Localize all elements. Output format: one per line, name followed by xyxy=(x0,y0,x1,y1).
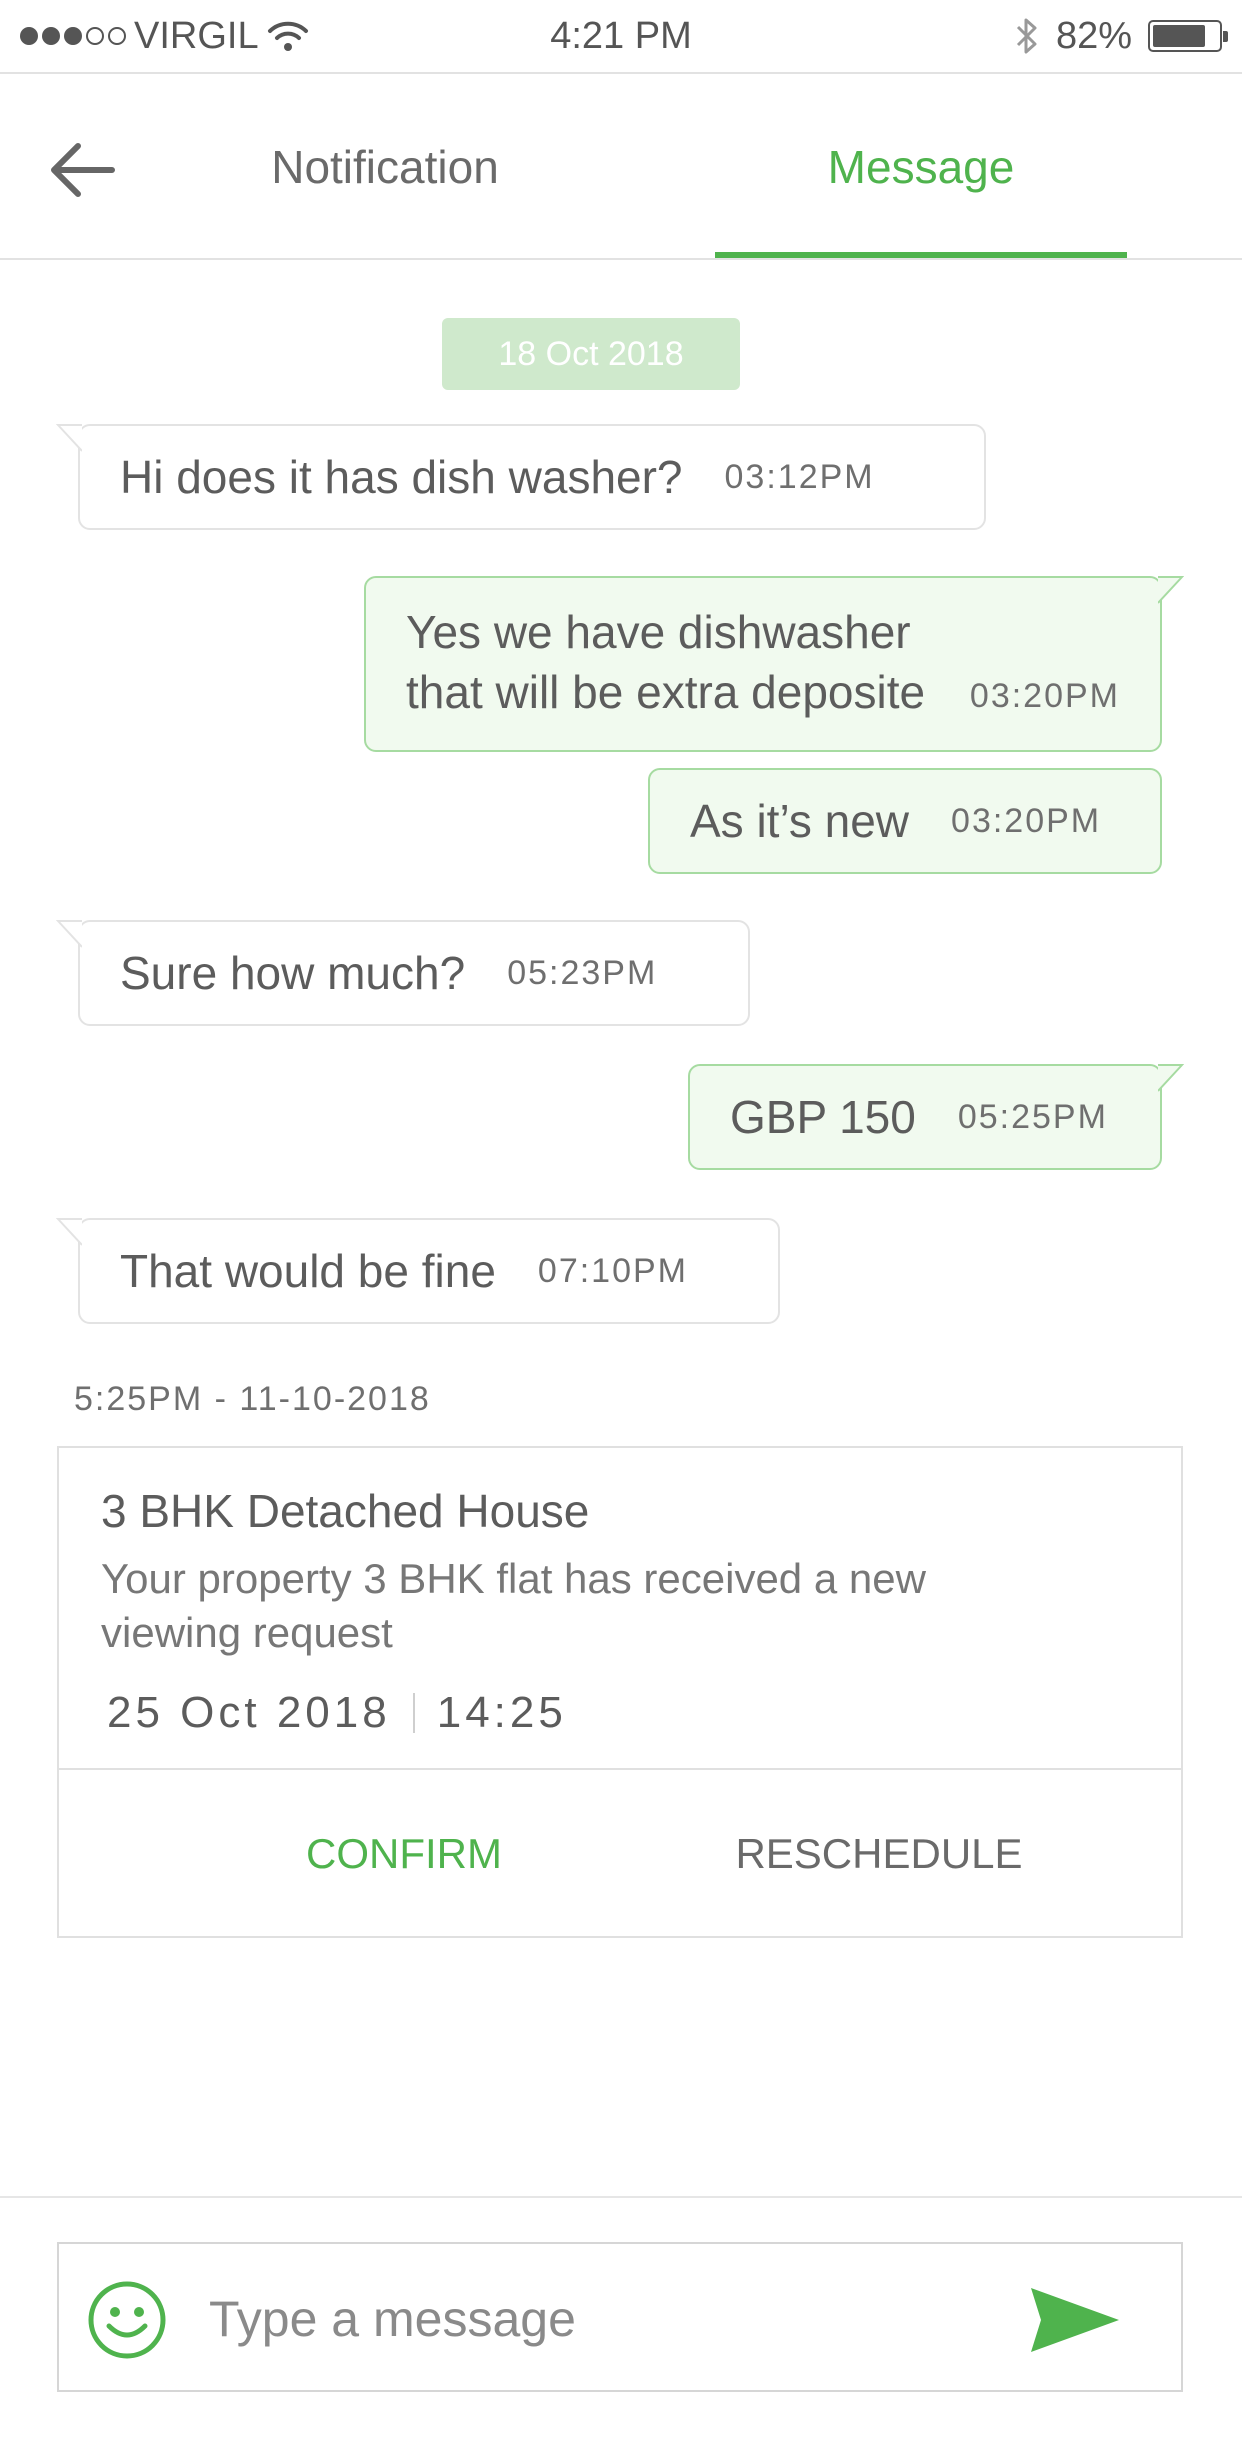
tab-message[interactable]: Message xyxy=(715,74,1127,260)
message-text: Yes we have dishwasher that will be extr… xyxy=(406,606,926,718)
back-arrow-icon xyxy=(51,143,115,197)
message-time: 03:20PM xyxy=(951,801,1102,840)
viewing-request-card: 3 BHK Detached House Your property 3 BHK… xyxy=(57,1446,1183,1938)
message-text: That would be fine xyxy=(120,1245,496,1297)
composer-divider xyxy=(0,2196,1242,2198)
card-description: Your property 3 BHK flat has received a … xyxy=(101,1555,926,1656)
message-bubble-outgoing: GBP 150 05:25PM xyxy=(688,1064,1184,1170)
status-right: 82% xyxy=(1014,12,1228,60)
viewing-time: 14:25 xyxy=(436,1688,567,1737)
viewing-date: 25 Oct 2018 xyxy=(107,1688,391,1737)
message-bubble-incoming: Sure how much? 05:23PM xyxy=(56,920,750,1026)
message-time: 05:23PM xyxy=(507,953,658,992)
send-icon[interactable] xyxy=(1027,2284,1123,2356)
message-time: 03:20PM xyxy=(969,677,1120,715)
card-title: 3 BHK Detached House xyxy=(101,1485,590,1537)
confirm-button[interactable]: CONFIRM xyxy=(179,1770,629,1938)
active-tab-indicator xyxy=(715,252,1127,258)
battery-level xyxy=(1153,25,1206,47)
reschedule-button[interactable]: RESCHEDULE xyxy=(639,1770,1119,1938)
tab-notification[interactable]: Notification xyxy=(200,74,570,260)
header: Notification Message xyxy=(0,74,1242,260)
bubble-tail xyxy=(1158,1064,1184,1092)
smiley-icon[interactable] xyxy=(87,2280,167,2360)
status-bar: VIRGIL 4:21 PM 82% xyxy=(0,0,1242,74)
back-button[interactable] xyxy=(42,130,122,210)
bluetooth-icon xyxy=(1016,18,1037,54)
message-bubble-incoming: Hi does it has dish washer? 03:12PM xyxy=(56,424,986,530)
message-bubble-outgoing: Yes we have dishwasher that will be extr… xyxy=(364,576,1184,752)
message-bubble-outgoing: As it’s new 03:20PM xyxy=(648,768,1162,874)
message-text: Sure how much? xyxy=(120,947,466,999)
bubble-tail xyxy=(56,1218,82,1246)
card-timestamp: 5:25PM - 11-10-2018 xyxy=(74,1380,431,1418)
message-time: 07:10PM xyxy=(537,1251,688,1290)
message-text: Hi does it has dish washer? xyxy=(120,451,683,503)
bubble-tail xyxy=(1158,576,1184,604)
viewing-datetime: 25 Oct 2018 14:25 xyxy=(107,1688,567,1738)
message-input[interactable] xyxy=(209,2264,1009,2374)
message-text: GBP 150 xyxy=(730,1091,916,1143)
message-composer xyxy=(57,2242,1183,2392)
bubble-tail xyxy=(56,920,82,948)
message-text: As it’s new xyxy=(690,795,910,847)
bubble-tail xyxy=(56,424,82,452)
battery-percent: 82% xyxy=(1055,14,1132,57)
battery-icon xyxy=(1148,20,1228,52)
message-time: 03:12PM xyxy=(724,457,875,496)
date-time-separator xyxy=(412,1693,415,1733)
message-time: 05:25PM xyxy=(957,1097,1108,1136)
date-chip: 18 Oct 2018 xyxy=(442,318,740,390)
message-bubble-incoming: That would be fine 07:10PM xyxy=(56,1218,780,1324)
